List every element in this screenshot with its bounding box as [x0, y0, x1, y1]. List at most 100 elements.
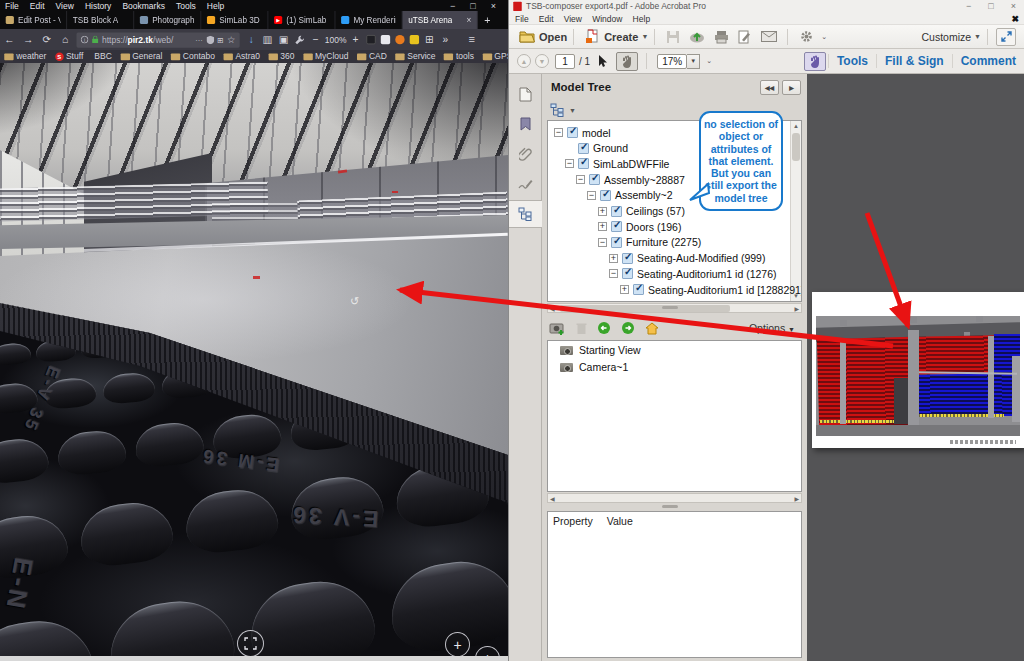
gear-icon[interactable]: [796, 28, 816, 46]
menu-item-history[interactable]: History: [85, 1, 111, 10]
browser-tab[interactable]: My Renderings: [335, 11, 402, 29]
extension-icon-yellow[interactable]: [409, 35, 418, 44]
create-button[interactable]: Create: [604, 31, 638, 43]
scroll-right-icon[interactable]: ▶: [794, 495, 799, 502]
tree-item[interactable]: +✓Seating-Auditorium1 id [1288291]: [620, 282, 802, 297]
signatures-icon[interactable]: [509, 170, 542, 198]
tree-options-caret-icon[interactable]: ▼: [569, 107, 576, 114]
tree-item[interactable]: −✓Seating-Auditorium1 id (1276): [609, 266, 777, 281]
collapse-icon[interactable]: −: [609, 269, 618, 278]
bookmark-item[interactable]: 360: [268, 52, 294, 61]
zoom-in-icon[interactable]: +: [347, 34, 363, 46]
menu-item-help[interactable]: Help: [633, 14, 650, 23]
bookmark-item[interactable]: MyCloud: [303, 52, 348, 61]
save-icon[interactable]: [663, 28, 683, 46]
menu-item-file[interactable]: File: [5, 1, 19, 10]
bookmark-item[interactable]: CAD: [357, 52, 387, 61]
bookmark-item[interactable]: General: [120, 52, 162, 61]
zoom-in-3d-button[interactable]: +: [445, 632, 470, 656]
scrollbar-thumb[interactable]: [560, 305, 730, 312]
views-horizontal-scrollbar[interactable]: ◀▶: [547, 493, 802, 503]
browser-tab[interactable]: TSB Block A: [67, 11, 134, 29]
tree-checkbox[interactable]: ✓: [578, 158, 589, 169]
tree-item[interactable]: ✓Ground: [565, 141, 628, 156]
tools-pane-button[interactable]: Tools: [828, 54, 876, 68]
scroll-left-icon[interactable]: ◀: [550, 495, 555, 502]
tree-checkbox[interactable]: ✓: [622, 253, 633, 264]
grid-icon[interactable]: ⊞: [421, 34, 437, 46]
extension-icon-note[interactable]: [380, 35, 389, 44]
browser-tab[interactable]: uTSB Arena×: [402, 11, 477, 29]
tree-checkbox[interactable]: ✓: [611, 237, 622, 248]
reload-icon[interactable]: ⟳: [37, 34, 56, 46]
sign-icon[interactable]: [735, 28, 755, 46]
fullscreen-button[interactable]: [237, 630, 264, 656]
previous-view-icon[interactable]: [597, 321, 611, 335]
bookmark-item[interactable]: GPS: [482, 52, 508, 61]
read-mode-hand-button[interactable]: [804, 52, 826, 71]
print-icon[interactable]: [711, 28, 731, 46]
minimize-button[interactable]: −: [450, 1, 455, 11]
menu-item-tools[interactable]: Tools: [176, 1, 196, 10]
gear-caret-icon[interactable]: ⌄: [821, 33, 827, 41]
expand-pane-icon[interactable]: [996, 28, 1016, 46]
menu-item-window[interactable]: Window: [592, 14, 622, 23]
hand-tool-button[interactable]: [616, 52, 638, 71]
bookmark-item[interactable]: Service: [395, 52, 435, 61]
tab-close-icon[interactable]: ×: [466, 15, 471, 24]
tree-item[interactable]: −✓Furniture (2275): [598, 235, 701, 250]
collapse-icon[interactable]: −: [587, 191, 596, 200]
scroll-up-icon[interactable]: ▲: [791, 121, 801, 129]
bookmark-item[interactable]: tools: [444, 52, 474, 61]
options-menu[interactable]: Options ▼: [749, 322, 795, 334]
select-tool-icon[interactable]: [592, 52, 612, 70]
maximize-button[interactable]: □: [470, 1, 475, 11]
bookmarks-panel-icon[interactable]: [509, 110, 542, 138]
attachments-icon[interactable]: [509, 140, 542, 168]
open-icon[interactable]: [517, 28, 537, 46]
back-icon[interactable]: ←: [0, 34, 19, 46]
tree-item[interactable]: +✓Ceilings (57): [598, 204, 685, 219]
extension-icon-orange[interactable]: [395, 35, 404, 44]
overflow-chevron-icon[interactable]: »: [437, 34, 453, 46]
delete-view-icon[interactable]: [576, 322, 587, 335]
home-view-icon[interactable]: [645, 322, 659, 335]
expand-icon[interactable]: +: [598, 222, 607, 231]
tree-checkbox[interactable]: ✓: [633, 284, 644, 295]
menu-item-edit[interactable]: Edit: [30, 1, 45, 10]
tree-options-icon[interactable]: [550, 103, 566, 117]
page-actions-icon[interactable]: ···: [195, 35, 203, 44]
tree-checkbox[interactable]: ✓: [611, 206, 622, 217]
create-icon[interactable]: [582, 28, 602, 46]
collapse-panel-icon[interactable]: ◀◀: [760, 80, 779, 95]
expand-icon[interactable]: +: [620, 285, 629, 294]
create-caret-icon[interactable]: ▼: [641, 33, 648, 40]
scroll-left-icon[interactable]: ◀: [550, 305, 555, 312]
browser-tab[interactable]: SimLab 3D Produ: [201, 11, 268, 29]
bookmark-item[interactable]: SStuff: [55, 52, 83, 61]
forward-icon[interactable]: →: [19, 34, 38, 46]
expand-icon[interactable]: +: [598, 207, 607, 216]
tree-checkbox[interactable]: ✓: [611, 221, 622, 232]
scrollbar-thumb[interactable]: [792, 133, 800, 161]
zoom-out-icon[interactable]: −: [308, 34, 324, 46]
close-document-icon[interactable]: ✖: [1011, 14, 1019, 24]
menu-item-bookmarks[interactable]: Bookmarks: [122, 1, 165, 10]
bookmark-item[interactable]: Contabo: [171, 52, 215, 61]
browser-tab[interactable]: ▶(1) SimLab Soft: [268, 11, 335, 29]
splitter-grip[interactable]: [662, 505, 678, 508]
next-page-icon[interactable]: ▼: [535, 54, 549, 68]
zoom-more-icon[interactable]: ⌄: [706, 57, 712, 65]
fill-sign-pane-button[interactable]: Fill & Sign: [876, 54, 952, 68]
splitter-grip[interactable]: [662, 306, 678, 309]
document-canvas[interactable]: [807, 74, 1024, 661]
library-icon[interactable]: ▥: [259, 34, 275, 46]
email-icon[interactable]: [759, 28, 779, 46]
collapse-icon[interactable]: −: [554, 128, 563, 137]
view-item[interactable]: Camera~1: [548, 358, 801, 375]
tree-vertical-scrollbar[interactable]: ▲ ▼: [790, 121, 801, 301]
browser-tab[interactable]: Photographic Pan: [134, 11, 201, 29]
maximize-button[interactable]: □: [988, 1, 993, 11]
screenshot-icon[interactable]: ▣: [275, 34, 291, 46]
3d-viewer[interactable]: E-M 36E-V 36E-V 35E-N ↺ + i: [0, 63, 508, 656]
